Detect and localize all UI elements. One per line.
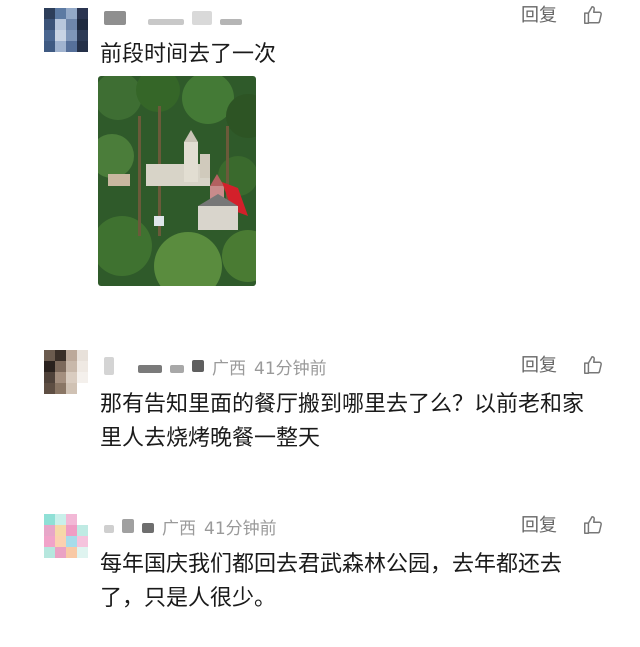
comment-2: 广西 41分钟前 回复 那有告知里面的餐厅搬到哪里去了么？以前老和家里人去烧烤晚… <box>0 340 640 470</box>
comment-text: 每年国庆我们都回去君武森林公园，去年都还去了，只是人很少。 <box>100 552 563 611</box>
comment-time: 41分钟前 <box>254 358 327 379</box>
comment-time: 41分钟前 <box>204 518 277 539</box>
avatar[interactable] <box>44 514 88 558</box>
comment-image[interactable] <box>98 76 256 286</box>
username-blurred <box>192 11 212 25</box>
comment-text: 那有告知里面的餐厅搬到哪里去了么？以前老和家里人去烧烤晚餐一整天 <box>100 392 585 451</box>
comment-1: 回复 前段时间去了一次 <box>0 0 640 300</box>
comment-meta: 广西 41分钟前 <box>104 354 327 379</box>
username-blurred[interactable] <box>104 11 126 25</box>
comment-location: 广西 <box>212 358 246 379</box>
username-blurred[interactable] <box>104 357 114 375</box>
username-blurred <box>192 360 204 372</box>
thumbs-up-icon[interactable] <box>582 4 604 26</box>
avatar[interactable] <box>44 350 88 394</box>
thumbs-up-icon[interactable] <box>582 514 604 536</box>
reply-button[interactable]: 回复 <box>521 4 557 28</box>
comment-text: 前段时间去了一次 <box>100 42 277 67</box>
comment-meta <box>104 6 242 30</box>
thumbs-up-icon[interactable] <box>582 354 604 376</box>
username-blurred <box>170 365 184 373</box>
username-blurred <box>138 365 162 373</box>
avatar[interactable] <box>44 8 88 52</box>
username-blurred <box>142 523 154 533</box>
username-blurred <box>148 19 184 25</box>
castle-photo <box>98 76 256 286</box>
reply-button[interactable]: 回复 <box>521 514 557 538</box>
username-blurred <box>220 19 242 25</box>
comment-location: 广西 <box>162 518 196 539</box>
username-blurred[interactable] <box>104 525 114 533</box>
comment-3: 广西 41分钟前 回复 每年国庆我们都回去君武森林公园，去年都还去了，只是人很少… <box>0 500 640 630</box>
reply-button[interactable]: 回复 <box>521 354 557 378</box>
comment-meta: 广西 41分钟前 <box>104 514 277 539</box>
username-blurred <box>122 519 134 533</box>
